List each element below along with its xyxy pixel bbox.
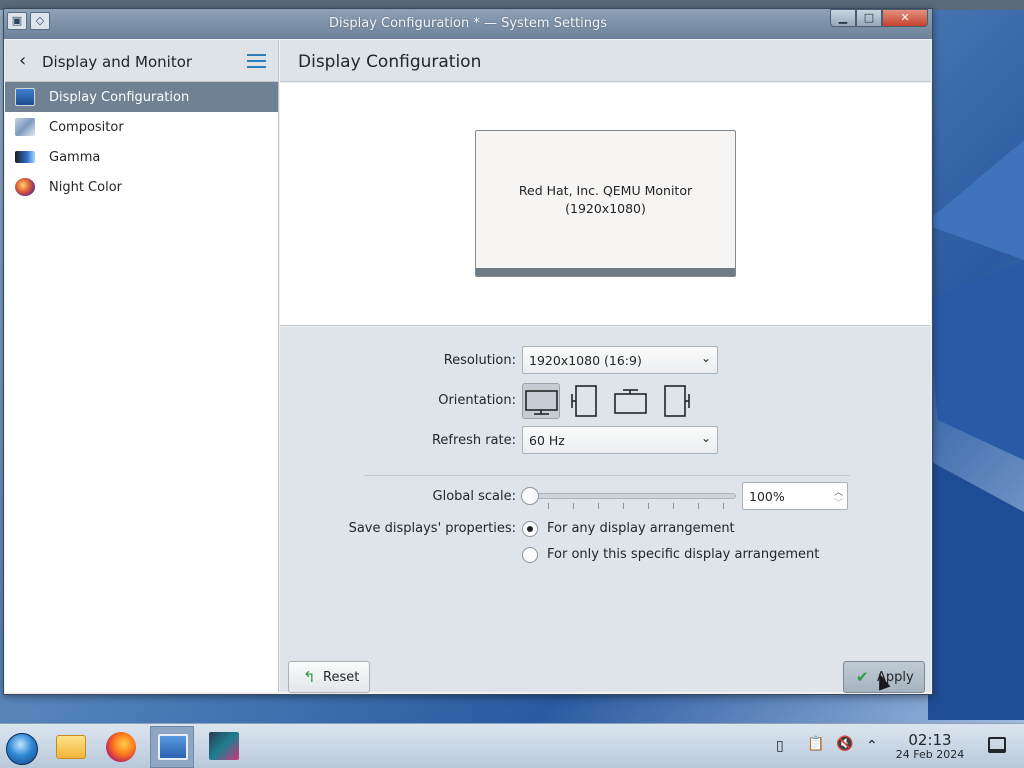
page-title: Display Configuration bbox=[298, 52, 482, 72]
global-scale-label: Global scale: bbox=[432, 489, 516, 504]
firefox-icon bbox=[106, 732, 136, 762]
sidebar-item-compositor[interactable]: Compositor bbox=[5, 112, 278, 142]
wallpaper-shape bbox=[928, 460, 1024, 720]
orientation-portrait-left-button[interactable] bbox=[567, 383, 605, 419]
portrait-left-monitor-icon bbox=[571, 385, 597, 417]
global-scale-slider-handle[interactable] bbox=[521, 487, 539, 505]
resolution-dropdown[interactable]: 1920x1080 (16:9) ⌄ bbox=[522, 346, 718, 374]
clock-date: 24 Feb 2024 bbox=[895, 748, 965, 761]
tray-expand-icon[interactable]: ⌃ bbox=[866, 738, 878, 754]
hamburger-menu-icon[interactable] bbox=[247, 54, 266, 68]
settings-panel: Resolution: 1920x1080 (16:9) ⌄ Orientati… bbox=[280, 327, 931, 693]
monitor-arrangement-area: Red Hat, Inc. QEMU Monitor (1920x1080) bbox=[280, 83, 931, 326]
radio-specific-arrangement-label[interactable]: For only this specific display arrangeme… bbox=[547, 547, 819, 562]
tray-notes-icon[interactable]: ▯ bbox=[776, 738, 784, 754]
section-divider bbox=[364, 475, 850, 476]
global-scale-value: 100% bbox=[749, 489, 785, 504]
night-color-icon bbox=[15, 178, 35, 196]
sidebar-item-label: Compositor bbox=[49, 119, 124, 135]
refresh-rate-label: Refresh rate: bbox=[431, 433, 516, 448]
reset-icon: ↰ bbox=[303, 668, 316, 686]
taskbar-file-manager[interactable] bbox=[48, 726, 92, 768]
sidebar-item-label: Night Color bbox=[49, 179, 122, 195]
sidebar-title: Display and Monitor bbox=[42, 53, 193, 71]
slider-tick bbox=[723, 503, 724, 509]
resolution-label: Resolution: bbox=[443, 353, 516, 368]
close-button[interactable]: ✕ bbox=[882, 9, 928, 27]
content-header: Display Configuration bbox=[280, 40, 931, 82]
start-menu-icon bbox=[6, 733, 38, 765]
spin-down-icon[interactable]: ﹀ bbox=[834, 496, 843, 509]
slider-tick bbox=[673, 503, 674, 509]
taskbar-system-monitor[interactable] bbox=[201, 726, 245, 768]
start-menu-button[interactable] bbox=[0, 726, 44, 768]
system-settings-window: ▣ ◇ Display Configuration * — System Set… bbox=[3, 8, 933, 695]
clock[interactable]: 02:13 24 Feb 2024 bbox=[890, 732, 970, 761]
gamma-icon bbox=[15, 151, 35, 163]
radio-any-arrangement[interactable] bbox=[522, 521, 538, 537]
back-arrow-icon[interactable]: ‹ bbox=[19, 52, 26, 70]
clipboard-icon[interactable]: 📋 bbox=[807, 736, 824, 752]
orientation-portrait-right-button[interactable] bbox=[657, 383, 695, 419]
sidebar-item-night-color[interactable]: Night Color bbox=[5, 172, 278, 202]
global-scale-slider[interactable] bbox=[526, 493, 736, 499]
monitor-name-label: Red Hat, Inc. QEMU Monitor bbox=[518, 183, 693, 198]
sidebar: ‹ Display and Monitor Display Configurat… bbox=[5, 40, 279, 692]
sidebar-header: ‹ Display and Monitor bbox=[5, 40, 278, 82]
orientation-label: Orientation: bbox=[438, 393, 516, 408]
orientation-flipped-button[interactable] bbox=[612, 383, 650, 419]
resolution-value: 1920x1080 (16:9) bbox=[529, 353, 642, 368]
landscape-monitor-icon bbox=[525, 390, 558, 415]
taskbar-firefox[interactable] bbox=[99, 726, 143, 768]
refresh-rate-value: 60 Hz bbox=[529, 433, 565, 448]
slider-tick bbox=[648, 503, 649, 509]
system-settings-icon bbox=[158, 734, 188, 760]
monitor-resolution-label: (1920x1080) bbox=[565, 201, 646, 216]
minimize-button[interactable]: ▁ bbox=[830, 9, 856, 27]
reset-button[interactable]: ↰ Reset bbox=[288, 661, 370, 693]
taskbar-system-settings[interactable] bbox=[150, 726, 194, 768]
radio-any-arrangement-label[interactable]: For any display arrangement bbox=[547, 521, 735, 536]
slider-tick bbox=[698, 503, 699, 509]
slider-tick bbox=[623, 503, 624, 509]
folder-icon bbox=[56, 735, 86, 759]
refresh-rate-dropdown[interactable]: 60 Hz ⌄ bbox=[522, 426, 718, 454]
slider-tick bbox=[598, 503, 599, 509]
monitor-preview[interactable]: Red Hat, Inc. QEMU Monitor (1920x1080) bbox=[475, 130, 736, 277]
display-icon bbox=[15, 88, 35, 106]
apply-check-icon: ✔ bbox=[856, 668, 869, 686]
maximize-button[interactable]: □ bbox=[856, 9, 882, 27]
slider-tick bbox=[548, 503, 549, 509]
slider-tick bbox=[573, 503, 574, 509]
volume-muted-icon[interactable]: 🔇 bbox=[836, 736, 853, 752]
monitor-bottom-bar bbox=[476, 268, 735, 276]
landscape-flipped-monitor-icon bbox=[614, 389, 647, 414]
chevron-down-icon: ⌄ bbox=[700, 431, 711, 445]
window-title: Display Configuration * — System Setting… bbox=[328, 16, 608, 31]
chevron-down-icon: ⌄ bbox=[700, 351, 711, 365]
sidebar-item-label: Gamma bbox=[49, 149, 101, 165]
sidebar-item-label: Display Configuration bbox=[49, 89, 190, 105]
wallpaper-shape bbox=[928, 260, 1024, 460]
radio-specific-arrangement[interactable] bbox=[522, 547, 538, 563]
system-monitor-icon bbox=[209, 732, 239, 760]
window-titlebar[interactable]: ▣ ◇ Display Configuration * — System Set… bbox=[4, 9, 932, 39]
sidebar-item-gamma[interactable]: Gamma bbox=[5, 142, 278, 172]
orientation-landscape-button[interactable] bbox=[522, 383, 560, 419]
taskbar: ▯ 📋 🔇 ⌃ bbox=[0, 723, 1024, 768]
clock-time: 02:13 bbox=[908, 731, 952, 749]
save-properties-label: Save displays' properties: bbox=[348, 521, 516, 536]
portrait-right-monitor-icon bbox=[664, 385, 690, 417]
compositor-icon bbox=[15, 118, 35, 136]
wallpaper-shape bbox=[924, 140, 1024, 260]
reset-button-label: Reset bbox=[323, 670, 360, 685]
show-desktop-icon[interactable] bbox=[988, 737, 1006, 753]
global-scale-spinbox[interactable]: 100% ︿ ﹀ bbox=[742, 482, 848, 510]
sidebar-item-display-configuration[interactable]: Display Configuration bbox=[5, 82, 278, 112]
